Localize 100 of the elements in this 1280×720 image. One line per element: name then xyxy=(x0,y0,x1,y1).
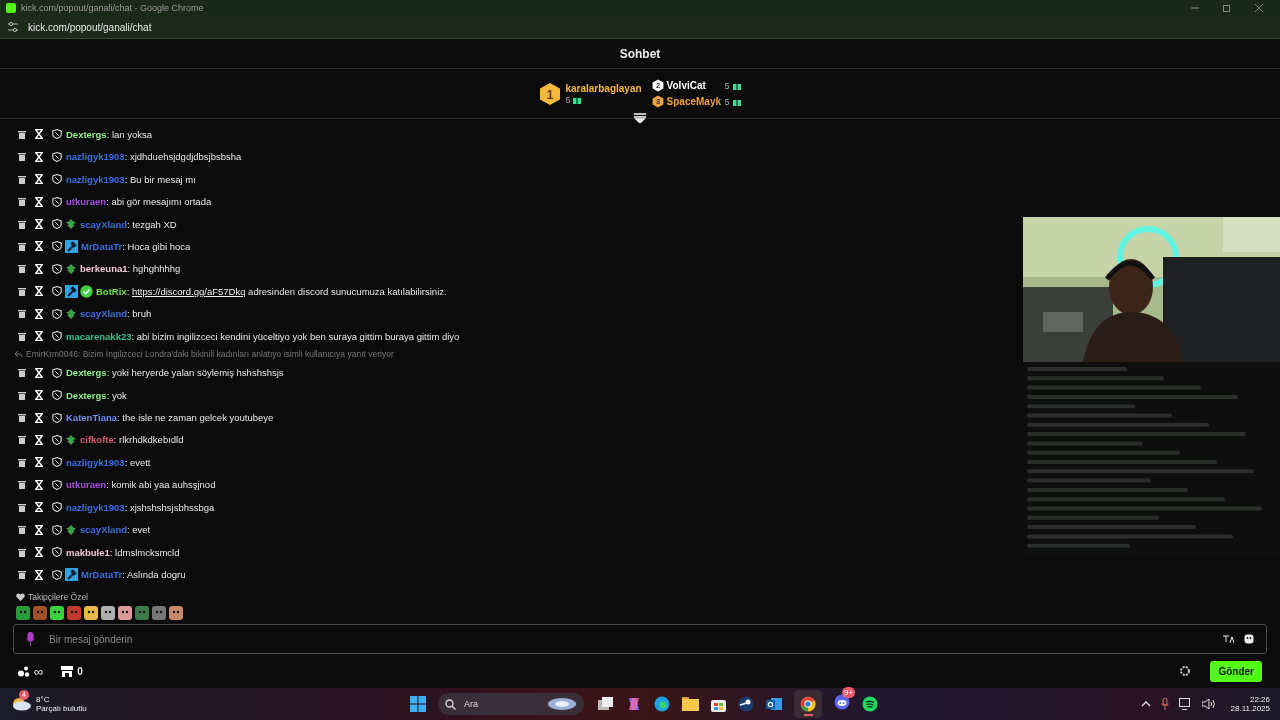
delete-icon[interactable] xyxy=(18,390,26,400)
gifter-name[interactable]: karalarbaglayan xyxy=(565,82,642,94)
gifter-name[interactable]: SpaceMayk xyxy=(666,96,722,107)
restore-icon[interactable] xyxy=(1222,3,1232,13)
emoji-icon[interactable] xyxy=(1244,634,1254,644)
delete-icon[interactable] xyxy=(18,435,26,445)
emote-icon[interactable] xyxy=(118,606,132,620)
delete-icon[interactable] xyxy=(18,286,26,296)
emote-icon[interactable] xyxy=(16,606,30,620)
timeout-icon[interactable] xyxy=(35,129,43,140)
close-icon[interactable] xyxy=(1254,3,1264,13)
delete-icon[interactable] xyxy=(18,413,26,422)
delete-icon[interactable] xyxy=(18,129,26,139)
timeout-icon[interactable] xyxy=(35,569,43,580)
ban-icon[interactable] xyxy=(52,174,62,185)
message-field[interactable]: Bir mesaj gönderin xyxy=(13,624,1267,654)
spotify-icon[interactable] xyxy=(862,696,878,712)
delete-icon[interactable] xyxy=(18,570,26,580)
ban-icon[interactable] xyxy=(52,502,62,513)
timeout-icon[interactable] xyxy=(35,286,43,297)
delete-icon[interactable] xyxy=(18,480,26,490)
ban-icon[interactable] xyxy=(52,457,62,468)
timeout-icon[interactable] xyxy=(35,547,43,558)
timeout-icon[interactable] xyxy=(35,331,43,342)
clock-date[interactable]: 28.11.2025 xyxy=(1230,704,1270,713)
network-icon[interactable] xyxy=(1178,698,1192,710)
ban-icon[interactable] xyxy=(52,219,62,230)
ban-icon[interactable] xyxy=(52,129,62,140)
timeout-icon[interactable] xyxy=(35,524,43,535)
ban-icon[interactable] xyxy=(52,390,62,401)
timeout-icon[interactable] xyxy=(35,308,43,319)
discord-link[interactable]: https://discord.gg/aF57Dkq xyxy=(131,285,246,297)
ban-icon[interactable] xyxy=(52,547,62,558)
timeout-icon[interactable] xyxy=(35,263,43,274)
microphone-icon[interactable] xyxy=(1160,698,1169,710)
send-button[interactable]: Gönder xyxy=(1210,660,1262,682)
emote-icon[interactable] xyxy=(50,606,64,620)
timeout-icon[interactable] xyxy=(35,151,43,162)
microphone-icon[interactable] xyxy=(26,632,35,646)
delete-icon[interactable] xyxy=(18,242,26,251)
chrome-icon[interactable] xyxy=(800,696,816,712)
delete-icon[interactable] xyxy=(18,152,26,162)
settings-icon[interactable] xyxy=(1180,666,1191,676)
emote-icon[interactable] xyxy=(101,606,115,620)
timeout-icon[interactable] xyxy=(35,241,43,252)
delete-icon[interactable] xyxy=(18,197,26,207)
timeout-icon[interactable] xyxy=(35,479,43,490)
ban-icon[interactable] xyxy=(52,569,62,580)
ban-icon[interactable] xyxy=(52,263,62,274)
delete-icon[interactable] xyxy=(18,174,26,184)
ban-icon[interactable] xyxy=(52,434,62,445)
emote-icon[interactable] xyxy=(152,606,166,620)
timeout-icon[interactable] xyxy=(35,219,43,230)
delete-icon[interactable] xyxy=(18,219,26,229)
chevron-up-icon[interactable] xyxy=(1140,701,1151,707)
timeout-icon[interactable] xyxy=(35,434,43,445)
delete-icon[interactable] xyxy=(18,457,26,467)
ban-icon[interactable] xyxy=(52,241,62,252)
volume-icon[interactable] xyxy=(1201,698,1215,710)
ban-icon[interactable] xyxy=(52,524,62,535)
address-field[interactable]: kick.com/popout/ganali/chat xyxy=(28,21,152,33)
emote-icon[interactable] xyxy=(169,606,183,620)
clock-time[interactable]: 22:26 xyxy=(1249,695,1270,704)
windows-start-icon[interactable] xyxy=(410,696,426,712)
delete-icon[interactable] xyxy=(18,264,26,274)
taskbar-search-field[interactable]: Ara xyxy=(438,693,584,715)
timeout-icon[interactable] xyxy=(35,367,43,378)
timeout-icon[interactable] xyxy=(35,412,43,423)
scroll-down-icon[interactable] xyxy=(634,113,646,123)
timeout-icon[interactable] xyxy=(35,174,43,185)
folder-icon[interactable] xyxy=(682,697,699,711)
message-input[interactable]: Bir mesaj gönderin xyxy=(47,632,1211,646)
translate-icon[interactable] xyxy=(1223,634,1234,644)
delete-icon[interactable] xyxy=(18,547,26,557)
delete-icon[interactable] xyxy=(18,331,26,341)
delete-icon[interactable] xyxy=(18,502,26,512)
delete-icon[interactable] xyxy=(18,525,26,535)
timeout-icon[interactable] xyxy=(35,196,43,207)
outlook-icon[interactable] xyxy=(766,696,782,712)
points-icon[interactable] xyxy=(18,665,30,677)
timeout-icon[interactable] xyxy=(35,457,43,468)
steam-icon[interactable] xyxy=(738,696,754,712)
ban-icon[interactable] xyxy=(52,308,62,319)
ban-icon[interactable] xyxy=(52,412,62,423)
task-view-icon[interactable] xyxy=(598,697,614,711)
gifter-name[interactable]: VolviCat xyxy=(666,80,722,91)
timeout-icon[interactable] xyxy=(35,390,43,401)
store-icon[interactable] xyxy=(61,665,74,677)
site-settings-icon[interactable] xyxy=(6,20,20,34)
ban-icon[interactable] xyxy=(52,286,62,297)
delete-icon[interactable] xyxy=(18,368,26,378)
timeout-icon[interactable] xyxy=(35,502,43,513)
ban-icon[interactable] xyxy=(52,196,62,207)
ban-icon[interactable] xyxy=(52,331,62,342)
ban-icon[interactable] xyxy=(52,479,62,490)
ban-icon[interactable] xyxy=(52,151,62,162)
ban-icon[interactable] xyxy=(52,367,62,378)
emote-icon[interactable] xyxy=(84,606,98,620)
discord-icon[interactable] xyxy=(834,694,850,710)
delete-icon[interactable] xyxy=(18,309,26,319)
